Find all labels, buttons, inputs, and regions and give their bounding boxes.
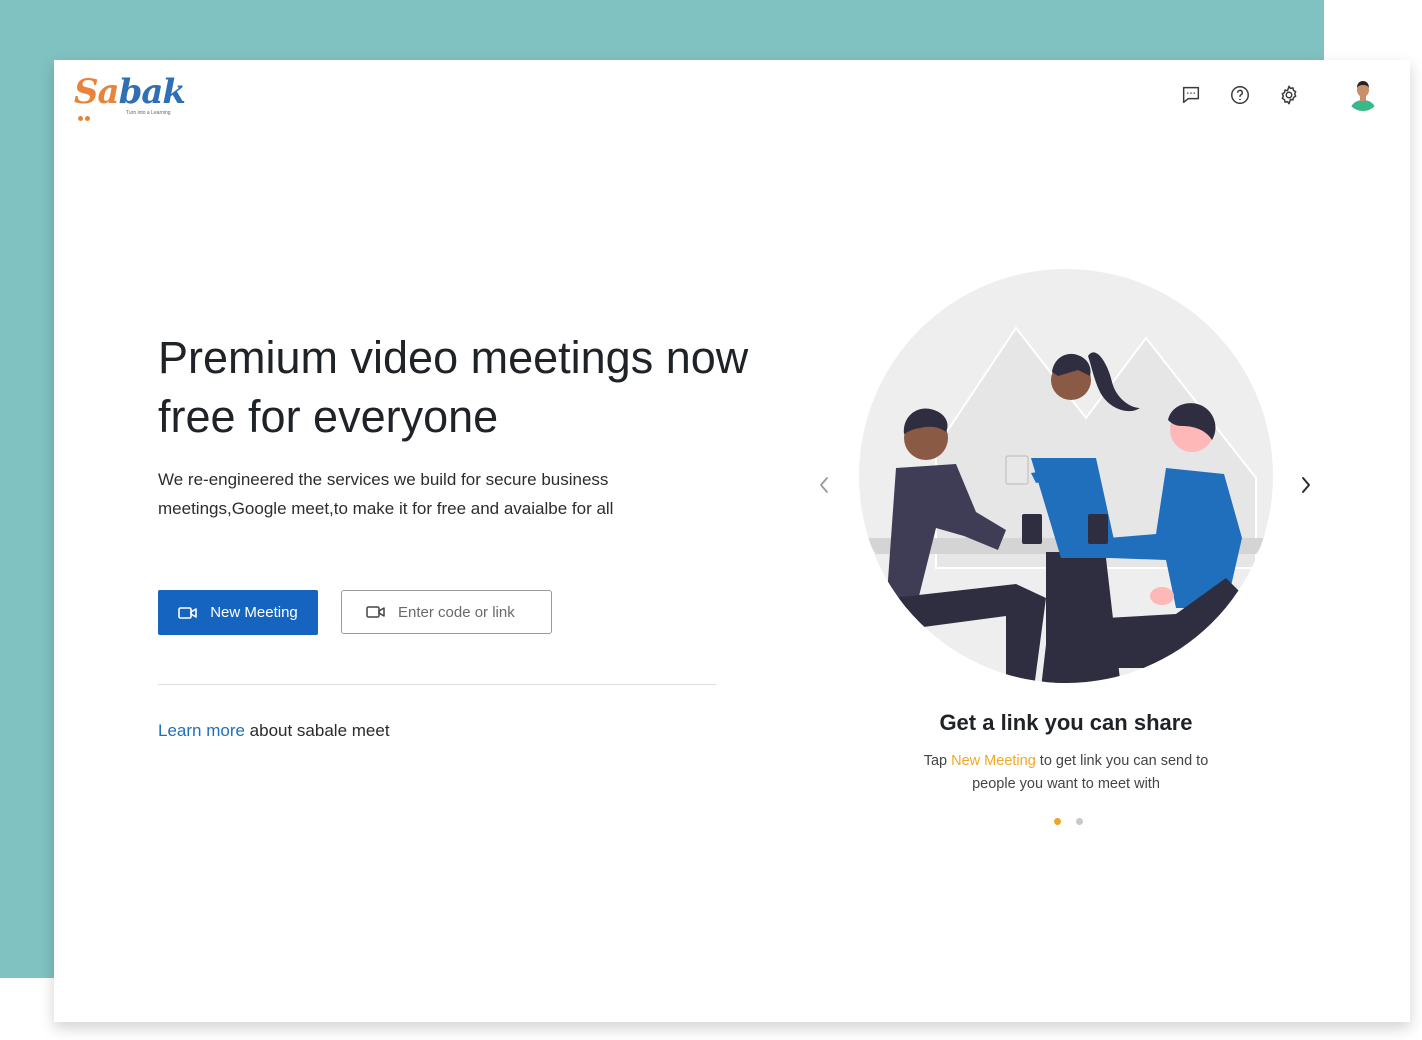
hero-title: Premium video meetings now free for ever… (158, 332, 749, 442)
logo-wordmark-part-b: bak (118, 72, 186, 112)
learn-more-text: Learn more about sabale meet (158, 721, 390, 741)
logo-wordmark-part-a: Sa (74, 72, 120, 112)
slide-desc-prefix: Tap (923, 753, 952, 769)
hero-description: We re-engineered the services we build f… (158, 470, 614, 518)
carousel-prev-button[interactable] (814, 472, 834, 498)
slide-description: Tap New Meeting to get link you can send… (906, 750, 1226, 796)
gear-icon (1281, 85, 1297, 105)
divider (158, 684, 716, 685)
chevron-left-icon (820, 477, 828, 493)
new-meeting-label: New Meeting (210, 604, 298, 621)
carousel-dot-1[interactable] (1054, 818, 1061, 825)
carousel-next-button[interactable] (1296, 472, 1316, 498)
learn-more-rest: about sabale meet (244, 721, 390, 740)
user-avatar[interactable] (1346, 77, 1380, 111)
slide-desc-highlight: New Meeting (951, 753, 1036, 769)
help-button[interactable] (1227, 82, 1253, 108)
learn-more-link[interactable]: Learn more (158, 721, 245, 740)
video-camera-icon (366, 606, 385, 618)
help-icon (1231, 86, 1249, 104)
logo-tagline: Turn into a Learning (126, 110, 171, 116)
settings-button[interactable] (1276, 82, 1302, 108)
new-meeting-button[interactable]: New Meeting (158, 590, 318, 635)
video-camera-icon (178, 606, 198, 619)
logo-wordmark: Sabak (74, 72, 186, 112)
meeting-code-field[interactable] (341, 590, 552, 634)
logo-dots (78, 108, 92, 126)
meeting-illustration (859, 269, 1273, 683)
slide-title: Get a link you can share (939, 710, 1193, 735)
chevron-right-icon (1302, 477, 1310, 493)
feedback-icon (1182, 86, 1200, 104)
app-window: Sabak Turn into a Learning Premium video… (54, 60, 1410, 1022)
feedback-button[interactable] (1178, 82, 1204, 108)
avatar-image (1346, 77, 1380, 111)
meeting-code-input[interactable] (396, 602, 550, 622)
carousel-pagination (1054, 818, 1098, 825)
carousel-dot-2[interactable] (1076, 818, 1083, 825)
sabak-logo[interactable]: Sabak Turn into a Learning (74, 72, 186, 122)
header-actions (1178, 82, 1325, 108)
